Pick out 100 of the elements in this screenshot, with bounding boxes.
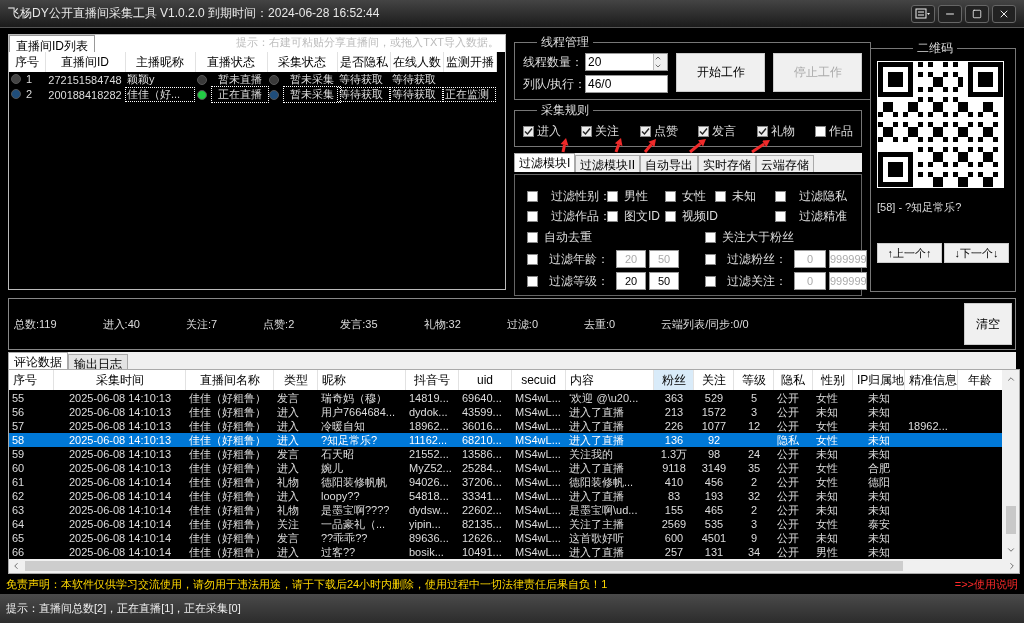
checkbox-label[interactable]: 女性 (682, 187, 706, 205)
column-header[interactable]: 主播昵称 (125, 52, 195, 72)
column-header[interactable]: 监测开播 (443, 52, 496, 72)
column-header[interactable]: 是否隐私 (337, 52, 390, 72)
scroll-thumb[interactable] (1005, 505, 1016, 534)
checkbox-label[interactable]: 发言 (712, 123, 737, 140)
checkbox-label[interactable]: 点赞 (653, 123, 678, 140)
table-row[interactable]: 63 2025-06-08 14:10:14 佳佳（好粗鲁） 礼物 是墨宝啊???? dydsw... 22602... MS4wL... 是墨宝啊\ud... 155 465 2 公开 未知 未知 (9, 503, 1002, 517)
table-row[interactable]: 60 2025-06-08 14:10:13 佳佳（好粗鲁） 进入 婉儿 MyZ52... 25284... MS4wL... 进入了直播 9118 3149 35 公开 女性 合肥 (9, 461, 1002, 475)
start-button[interactable]: 开始工作 (676, 53, 765, 92)
table-row[interactable]: 64 2025-06-08 14:10:14 佳佳（好粗鲁） 关注 一品豪礼（... yipin... 82135... MS4wL... 关注了主播 2569 535 3 公开 女性 泰安 (9, 517, 1002, 531)
scroll-right-icon[interactable] (1007, 561, 1017, 571)
checkbox-label[interactable]: 过滤隐私 (799, 187, 847, 205)
scroll-left-icon[interactable] (11, 561, 21, 571)
checkbox-label[interactable]: 过滤精准 (799, 207, 847, 225)
column-header[interactable]: 直播间ID (45, 52, 125, 72)
queue-field[interactable]: 46/0 (585, 75, 668, 93)
checkbox-label[interactable]: 关注大于粉丝 (722, 228, 794, 246)
checkbox[interactable] (814, 126, 826, 137)
checkbox[interactable] (665, 190, 676, 202)
table-row[interactable]: 55 2025-06-08 14:10:13 佳佳（好粗鲁） 发言 瑞奇妈（穆） 14819... 69640... MS4wL... ‘欢迎 @\u20... 363 529 5 公开 女性 未知 (9, 391, 1002, 405)
table-cell-text: 2025-06-08 14:10:13 (67, 419, 173, 433)
checkbox[interactable] (775, 190, 786, 202)
tab[interactable]: 自动导出 (640, 155, 698, 172)
checkbox[interactable] (698, 126, 710, 137)
minimize-button[interactable] (938, 4, 962, 23)
checkbox[interactable] (527, 231, 538, 243)
checkbox-label[interactable]: 未知 (732, 187, 756, 205)
clear-button[interactable]: 清空 (964, 303, 1012, 345)
table-row[interactable]: 66 2025-06-08 14:10:14 佳佳（好粗鲁） 进入 过客?? bosik... 10491... MS4wL... 进入了直播 257 131 34 公开 男性 未知 (9, 545, 1002, 559)
checkbox[interactable] (715, 190, 726, 202)
table-cell-text: MS4wL... (514, 503, 562, 517)
caret-up-icon[interactable] (654, 54, 662, 62)
table-row[interactable]: 56 2025-06-08 14:10:13 佳佳（好粗鲁） 进入 用户7664684... dydok... 43599... MS4wL... 进入了直播 213 1572 3 公开 未知 未知 (9, 405, 1002, 419)
caret-down-icon[interactable] (654, 62, 662, 70)
table-row[interactable]: 61 2025-06-08 14:10:14 佳佳（好粗鲁） 礼物 德阳装修帆帆 94026... 37206... MS4wL... 德阳装修帆... 410 456 2 公开 女性 德阳 (9, 475, 1002, 489)
selected-row[interactable]: 58 2025-06-08 14:10:13 佳佳（好粗鲁） 进入 ?知足常乐? 11162... 68210... MS4wL... 进入了直播 136 92 隐私 女性 未知 (9, 433, 1002, 447)
table-row[interactable]: 57 2025-06-08 14:10:13 佳佳（好粗鲁） 进入 冷暖自知 18962... 36016... MS4wL... 进入了直播 226 1077 12 公开 女性 未知 18962... (9, 419, 1002, 433)
column-header[interactable]: 直播状态 (195, 52, 267, 72)
checkbox-label[interactable]: 过滤作品： (551, 207, 611, 225)
checkbox[interactable] (756, 126, 768, 137)
checkbox[interactable] (527, 275, 538, 287)
tab[interactable]: 评论数据 (8, 352, 68, 369)
help-link[interactable]: =>>使用说明 (954, 576, 1018, 592)
table-cell-text: 佳佳（好粗鲁） (188, 517, 267, 531)
scroll-up-icon[interactable] (1005, 374, 1016, 384)
column-header[interactable]: 在线人数 (390, 52, 443, 72)
table-cell-text: 2025-06-08 14:10:13 (67, 447, 173, 461)
checkbox[interactable] (607, 210, 618, 222)
checkbox[interactable] (527, 210, 538, 222)
checkbox[interactable] (527, 190, 538, 202)
checkbox-label[interactable]: 作品 (828, 123, 853, 140)
table-cell-text: 公开 (776, 545, 800, 559)
table-row[interactable]: 59 2025-06-08 14:10:13 佳佳（好粗鲁） 发言 石天昭 21552... 13586... MS4wL... 关注我的 1.3万 98 24 公开 未知 未知 (9, 447, 1002, 461)
tab[interactable]: 过滤模块II (575, 155, 640, 172)
room-list-tab[interactable]: 直播间ID列表 (9, 35, 95, 52)
table-cell-text: 公开 (776, 503, 800, 517)
tab[interactable]: 实时存储 (698, 155, 756, 172)
column-header[interactable]: 粉丝 (654, 370, 694, 390)
table-cell-text: 21552... (408, 447, 450, 461)
scroll-thumb[interactable] (25, 561, 903, 571)
checkbox-label[interactable]: 进入 (537, 123, 561, 140)
maximize-button[interactable] (965, 4, 989, 23)
column-header[interactable]: 序号 (9, 52, 45, 72)
checkbox[interactable] (523, 126, 534, 137)
checkbox[interactable] (607, 190, 618, 202)
table-row[interactable]: 65 2025-06-08 14:10:14 佳佳（好粗鲁） 发言 ??乖乖?? 89636... 12626... MS4wL... 这首歌好听 600 4501 9 公开 未知 未知 (9, 531, 1002, 545)
checkbox[interactable] (775, 210, 786, 222)
filter-label: 过滤年龄： (549, 250, 610, 268)
menu-button[interactable] (911, 4, 935, 23)
checkbox[interactable] (665, 210, 676, 222)
table-cell-text: 193 (703, 489, 725, 503)
row-radio[interactable] (11, 89, 21, 99)
vertical-scrollbar[interactable] (1002, 370, 1019, 559)
row-radio[interactable] (11, 74, 21, 84)
table-cell-text: 进入了直播 (568, 489, 625, 503)
tab[interactable]: 过滤模块I (514, 153, 576, 172)
checkbox-label[interactable]: 自动去重 (544, 228, 592, 246)
table-row[interactable]: 62 2025-06-08 14:10:14 佳佳（好粗鲁） 进入 loopy?? 54818... 33341... MS4wL... 进入了直播 83 193 32 公开 未知 未知 (9, 489, 1002, 503)
min-field[interactable]: 20 (616, 272, 646, 290)
checkbox-label[interactable]: 关注 (595, 123, 620, 140)
checkbox-label[interactable]: 过滤性别： (551, 187, 611, 205)
checkbox[interactable] (639, 126, 651, 137)
close-button[interactable] (992, 4, 1016, 23)
column-header[interactable]: 采集状态 (267, 52, 337, 72)
checkbox-label[interactable]: 图文ID (624, 207, 660, 225)
scroll-down-icon[interactable] (1005, 545, 1016, 555)
checkbox[interactable] (705, 231, 716, 243)
next-button[interactable]: ↓下一个↓ (944, 243, 1009, 263)
max-field[interactable]: 50 (649, 272, 679, 290)
checkbox-label[interactable]: 男性 (624, 187, 648, 205)
thread-count-field[interactable]: 20 (585, 53, 668, 71)
previous-button[interactable]: ↑上一个↑ (877, 243, 942, 263)
checkbox-label[interactable]: 视频ID (682, 207, 718, 225)
horizontal-scrollbar[interactable] (9, 559, 1019, 573)
tab[interactable]: 输出日志 (68, 354, 128, 369)
checkbox-label[interactable]: 礼物 (770, 123, 795, 140)
table-cell-text: 2025-06-08 14:10:13 (67, 433, 173, 447)
checkbox[interactable] (581, 126, 593, 137)
tab[interactable]: 云端存储 (756, 155, 814, 172)
